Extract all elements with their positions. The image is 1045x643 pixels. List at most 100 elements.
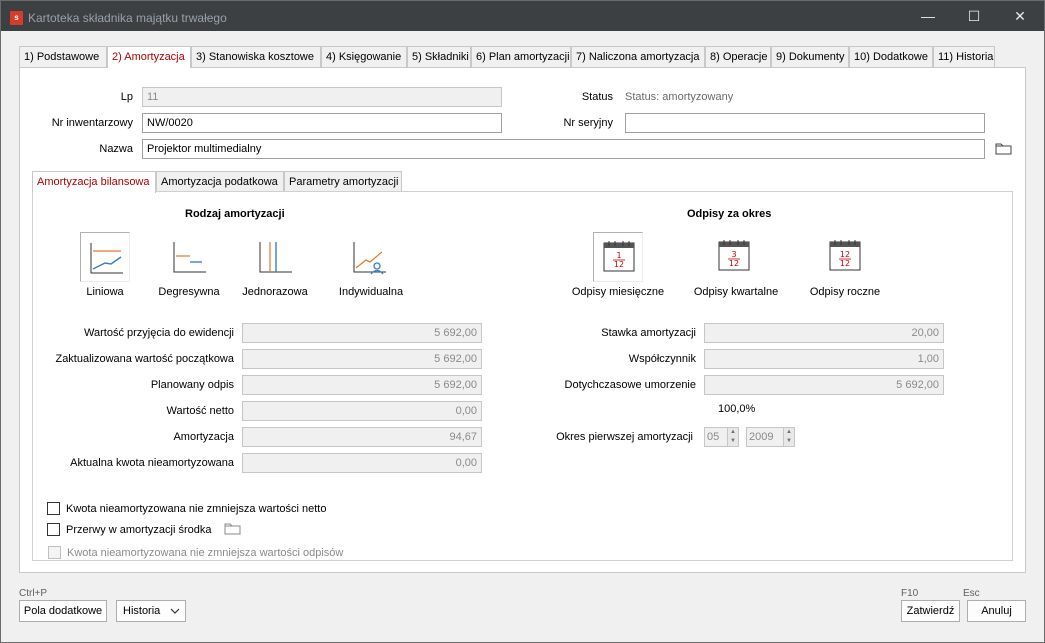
depreciation-rate-field[interactable]: 20,00 xyxy=(704,323,944,343)
spin-down-icon[interactable]: ▼ xyxy=(728,437,738,446)
window-title: Kartoteka składnika majątku trwałego xyxy=(28,11,227,25)
svg-text:1: 1 xyxy=(616,251,621,260)
close-button[interactable]: ✕ xyxy=(997,1,1043,31)
remaining-amount-label: Aktualna kwota nieamortyzowana xyxy=(70,457,234,469)
calendar-icon: 12 12 xyxy=(829,240,861,271)
status-label: Status xyxy=(581,91,613,103)
tab-ksiegowanie[interactable]: 4) Księgowanie xyxy=(321,46,407,67)
checkbox-remaining-not-reduce-net[interactable] xyxy=(47,502,60,515)
name-field[interactable]: Projektor multimedialny xyxy=(142,139,985,159)
subtab-amortyzacja-podatkowa[interactable]: Amortyzacja podatkowa xyxy=(156,171,284,192)
yearly-writeoff-label: Odpisy roczne xyxy=(809,286,881,298)
quarterly-writeoff-label: Odpisy kwartalne xyxy=(693,286,779,298)
title-bar: s Kartoteka składnika majątku trwałego —… xyxy=(1,1,1044,31)
first-period-month-field[interactable]: 05 xyxy=(704,427,728,447)
inventory-number-field[interactable]: NW/0020 xyxy=(142,113,502,133)
spin-down-icon[interactable]: ▼ xyxy=(784,437,794,446)
declining-chart-icon xyxy=(173,242,206,273)
tab-amortyzacja[interactable]: 2) Amortyzacja xyxy=(107,46,191,68)
quarterly-writeoff-option[interactable]: 3 12 xyxy=(709,232,759,282)
folder-icon[interactable] xyxy=(995,141,1013,156)
yearly-writeoff-option[interactable]: 12 12 xyxy=(820,232,870,282)
depreciation-type-title: Rodzaj amortyzacji xyxy=(185,208,285,220)
updated-initial-value-label: Zaktualizowana wartość początkowa xyxy=(55,353,234,365)
degresywna-label: Degresywna xyxy=(158,286,220,298)
lp-label: Lp xyxy=(120,91,133,103)
coefficient-label: Współczynnik xyxy=(628,353,696,365)
accumulated-depreciation-field[interactable]: 5 692,00 xyxy=(704,375,944,395)
name-label: Nazwa xyxy=(99,143,133,155)
degresywna-option[interactable] xyxy=(164,232,214,282)
app-window: s Kartoteka składnika majątku trwałego —… xyxy=(0,0,1045,643)
svg-text:3: 3 xyxy=(731,250,736,259)
net-value-field[interactable]: 0,00 xyxy=(242,401,482,421)
history-dropdown-label: Historia xyxy=(123,605,161,617)
liniowa-option[interactable] xyxy=(80,232,130,282)
tab-operacje[interactable]: 8) Operacje xyxy=(705,46,771,67)
svg-text:12: 12 xyxy=(840,259,850,268)
shortcut-ctrl-p: Ctrl+P xyxy=(19,588,48,599)
accumulated-depreciation-label: Dotychczasowe umorzenie xyxy=(564,379,696,391)
calendar-icon: 1 12 xyxy=(603,241,635,272)
depreciation-rate-label: Stawka amortyzacji xyxy=(601,327,696,339)
checkbox-remaining-not-reduce-writeoffs-label: Kwota nieamortyzowana nie zmniejsza wart… xyxy=(67,547,344,559)
first-period-label: Okres pierwszej amortyzacji xyxy=(556,431,693,443)
status-value: Status: amortyzowany xyxy=(625,91,734,103)
checkbox-remaining-not-reduce-writeoffs xyxy=(48,546,61,559)
depreciation-label: Amortyzacja xyxy=(173,431,234,443)
spin-up-icon[interactable]: ▲ xyxy=(728,428,738,437)
updated-initial-value-field[interactable]: 5 692,00 xyxy=(242,349,482,369)
svg-text:12: 12 xyxy=(614,260,624,269)
one-time-chart-icon xyxy=(259,242,292,273)
tab-skladniki[interactable]: 5) Składniki xyxy=(407,46,471,67)
percent-depreciated: 100,0% xyxy=(718,403,756,415)
tab-naliczona-amortyzacja[interactable]: 7) Naliczona amortyzacja xyxy=(571,46,705,67)
acquisition-value-label: Wartość przyjęcia do ewidencji xyxy=(84,327,234,339)
month-spinner[interactable]: ▲ ▼ xyxy=(727,427,739,447)
planned-writeoff-label: Planowany odpis xyxy=(150,379,234,391)
chevron-down-icon xyxy=(170,601,180,628)
individual-chart-icon xyxy=(353,242,386,275)
jednorazowa-option[interactable] xyxy=(250,232,300,282)
coefficient-field[interactable]: 1,00 xyxy=(704,349,944,369)
monthly-writeoff-label: Odpisy miesięczne xyxy=(571,286,665,298)
net-value-label: Wartość netto xyxy=(166,405,234,417)
jednorazowa-label: Jednorazowa xyxy=(242,286,308,298)
indywidualna-label: Indywidualna xyxy=(338,286,404,298)
cancel-button[interactable]: Anuluj xyxy=(967,600,1026,622)
calendar-icon: 3 12 xyxy=(718,240,750,271)
subtab-parametry-amortyzacji[interactable]: Parametry amortyzacji xyxy=(284,171,402,192)
remaining-amount-field[interactable]: 0,00 xyxy=(242,453,482,473)
checkbox-depreciation-breaks[interactable] xyxy=(47,523,60,536)
indywidualna-option[interactable] xyxy=(344,232,394,282)
liniowa-label: Liniowa xyxy=(86,286,124,298)
svg-text:12: 12 xyxy=(729,259,739,268)
checkbox-remaining-not-reduce-net-label[interactable]: Kwota nieamortyzowana nie zmniejsza wart… xyxy=(66,503,326,515)
tab-plan-amortyzacji[interactable]: 6) Plan amortyzacji xyxy=(471,46,571,67)
serial-number-field[interactable] xyxy=(625,113,985,133)
tab-stanowiska-kosztowe[interactable]: 3) Stanowiska kosztowe xyxy=(191,46,321,67)
confirm-button[interactable]: Zatwierdź xyxy=(901,600,960,622)
depreciation-field[interactable]: 94,67 xyxy=(242,427,482,447)
extra-fields-button[interactable]: Pola dodatkowe xyxy=(19,600,107,622)
linear-chart-icon xyxy=(90,243,123,274)
first-period-year-field[interactable]: 2009 xyxy=(746,427,784,447)
history-dropdown[interactable]: Historia xyxy=(116,600,186,622)
tab-dodatkowe[interactable]: 10) Dodatkowe xyxy=(849,46,933,67)
tab-historia[interactable]: 11) Historia xyxy=(933,46,995,67)
tab-podstawowe[interactable]: 1) Podstawowe xyxy=(19,46,107,67)
subtab-amortyzacja-bilansowa[interactable]: Amortyzacja bilansowa xyxy=(32,171,156,193)
planned-writeoff-field[interactable]: 5 692,00 xyxy=(242,375,482,395)
acquisition-value-field[interactable]: 5 692,00 xyxy=(242,323,482,343)
monthly-writeoff-option[interactable]: 1 12 xyxy=(593,232,643,282)
checkbox-depreciation-breaks-label[interactable]: Przerwy w amortyzacji środka xyxy=(66,524,211,536)
lp-field[interactable]: 11 xyxy=(142,87,502,107)
spin-up-icon[interactable]: ▲ xyxy=(784,428,794,437)
svg-text:12: 12 xyxy=(840,250,850,259)
tab-dokumenty[interactable]: 9) Dokumenty xyxy=(771,46,849,67)
maximize-button[interactable]: ☐ xyxy=(951,1,997,31)
minimize-button[interactable]: — xyxy=(905,1,951,31)
folder-icon[interactable] xyxy=(224,521,242,536)
year-spinner[interactable]: ▲ ▼ xyxy=(783,427,795,447)
writeoffs-title: Odpisy za okres xyxy=(687,208,772,220)
